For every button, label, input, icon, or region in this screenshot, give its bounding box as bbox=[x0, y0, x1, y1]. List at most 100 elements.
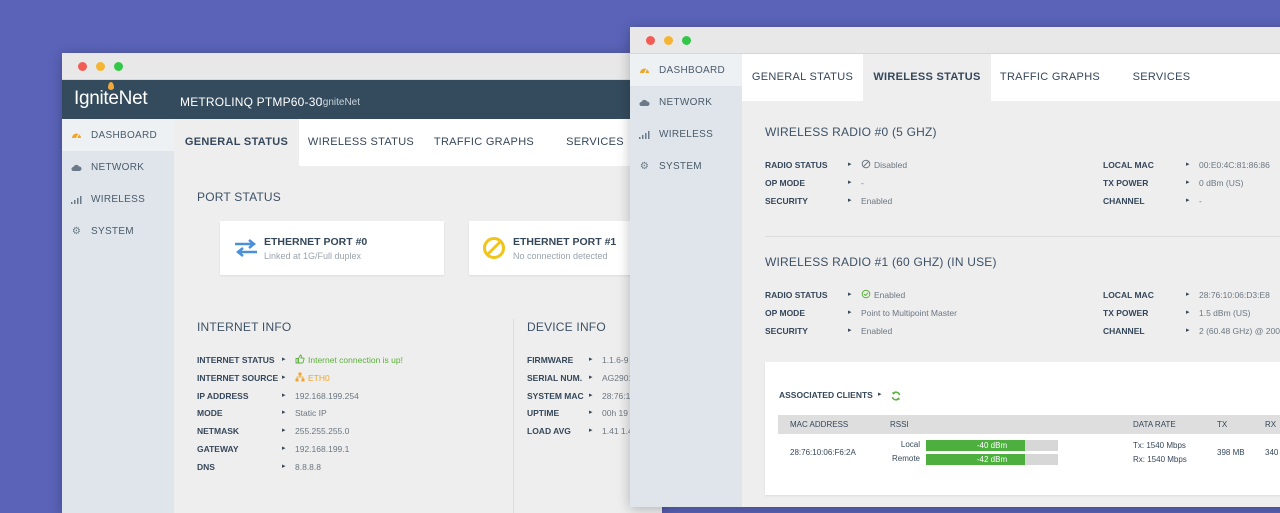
tab-general-status[interactable]: GENERAL STATUS bbox=[174, 119, 299, 166]
associated-clients-panel: ASSOCIATED CLIENTS ▸ MAC ADDRESS RSSI DA… bbox=[765, 362, 1280, 495]
info-key: DNS bbox=[197, 461, 215, 472]
info-value: AG2901 bbox=[602, 372, 634, 383]
info-key: INTERNET SOURCE bbox=[197, 372, 279, 383]
info-key: LOAD AVG bbox=[527, 426, 571, 437]
info-key: LOCAL MAC bbox=[1103, 160, 1154, 170]
info-key: RADIO STATUS bbox=[765, 290, 828, 300]
info-value: - bbox=[1199, 196, 1202, 206]
chevron-right-icon[interactable]: ▸ bbox=[589, 373, 593, 381]
tab-traffic-graphs[interactable]: TRAFFIC GRAPHS bbox=[423, 119, 545, 166]
window-titlebar bbox=[630, 27, 1280, 54]
port-status-text: Linked at 1G/Full duplex bbox=[264, 251, 362, 261]
radio-1-title: WIRELESS RADIO #1 (60 GHZ) (IN USE) bbox=[765, 255, 997, 269]
rssi-remote-bar: -42 dBm bbox=[926, 454, 1058, 465]
rssi-local-bar: -40 dBm bbox=[926, 440, 1058, 451]
chevron-right-icon[interactable]: ▸ bbox=[1186, 308, 1190, 316]
info-key: NETMASK bbox=[197, 426, 240, 437]
chevron-right-icon[interactable]: ▸ bbox=[848, 290, 852, 298]
device-model: METROLINQ PTMP60-30 bbox=[180, 95, 323, 109]
internet-info-title: INTERNET INFO bbox=[197, 320, 292, 334]
device-info-title: DEVICE INFO bbox=[527, 320, 606, 334]
chevron-right-icon[interactable]: ▸ bbox=[282, 408, 286, 416]
info-value: Enabled bbox=[874, 290, 906, 300]
info-value: 255.255.255.0 bbox=[295, 426, 350, 437]
chevron-right-icon[interactable]: ▸ bbox=[1186, 290, 1190, 298]
info-key: SECURITY bbox=[765, 196, 808, 206]
sidebar-item-system[interactable]: ⚙ SYSTEM bbox=[62, 215, 174, 247]
info-value: - bbox=[861, 178, 864, 188]
column-rssi[interactable]: RSSI bbox=[890, 420, 909, 429]
chevron-right-icon[interactable]: ▸ bbox=[848, 178, 852, 186]
chevron-right-icon[interactable]: ▸ bbox=[282, 426, 286, 434]
column-rx[interactable]: RX bbox=[1265, 420, 1276, 429]
maximize-window-button[interactable] bbox=[114, 62, 123, 71]
info-value: 1.1.6-9 bbox=[602, 355, 629, 365]
sidebar-item-network[interactable]: NETWORK bbox=[630, 86, 742, 118]
window-titlebar bbox=[62, 53, 662, 80]
disabled-icon bbox=[861, 159, 871, 171]
sidebar-item-wireless[interactable]: WIRELESS bbox=[62, 183, 174, 215]
refresh-icon[interactable] bbox=[891, 388, 901, 406]
chevron-right-icon[interactable]: ▸ bbox=[282, 391, 286, 399]
tab-services[interactable]: SERVICES bbox=[1109, 54, 1214, 101]
chevron-right-icon[interactable]: ▸ bbox=[589, 426, 593, 434]
info-value: 28:76:10:06:D3:E8 bbox=[1199, 290, 1270, 300]
front-browser-window: DASHBOARD NETWORK WIRELESS ⚙ SYSTEM GENE… bbox=[630, 27, 1280, 507]
chevron-right-icon[interactable]: ▸ bbox=[848, 160, 852, 168]
flame-icon bbox=[108, 82, 114, 90]
chevron-right-icon[interactable]: ▸ bbox=[848, 326, 852, 334]
chevron-right-icon[interactable]: ▸ bbox=[1186, 160, 1190, 168]
ethernet-port-0-card[interactable]: ETHERNET PORT #0 Linked at 1G/Full duple… bbox=[220, 221, 444, 275]
close-window-button[interactable] bbox=[646, 36, 655, 45]
tab-bar: GENERAL STATUS WIRELESS STATUS TRAFFIC G… bbox=[742, 54, 1280, 101]
sidebar-item-label: SYSTEM bbox=[91, 226, 134, 237]
tab-traffic-graphs[interactable]: TRAFFIC GRAPHS bbox=[991, 54, 1109, 101]
sidebar-item-label: WIRELESS bbox=[91, 194, 146, 205]
sidebar-item-dashboard[interactable]: DASHBOARD bbox=[630, 54, 742, 86]
sidebar-item-system[interactable]: ⚙ SYSTEM bbox=[630, 150, 742, 182]
column-data-rate[interactable]: DATA RATE bbox=[1133, 420, 1176, 429]
sidebar-item-network[interactable]: NETWORK bbox=[62, 151, 174, 183]
rx-bytes: 340 bbox=[1265, 448, 1279, 457]
info-value: Disabled bbox=[874, 160, 908, 170]
tab-wireless-status[interactable]: WIRELESS STATUS bbox=[299, 119, 423, 166]
check-circle-icon bbox=[861, 289, 871, 301]
tab-general-status[interactable]: GENERAL STATUS bbox=[742, 54, 863, 101]
tab-wireless-status[interactable]: WIRELESS STATUS bbox=[863, 54, 991, 101]
sitemap-icon bbox=[295, 372, 305, 384]
port-status-text: No connection detected bbox=[513, 251, 608, 261]
signal-bars-icon bbox=[71, 194, 82, 205]
info-key: FIRMWARE bbox=[527, 355, 574, 365]
minimize-window-button[interactable] bbox=[96, 62, 105, 71]
minimize-window-button[interactable] bbox=[664, 36, 673, 45]
chevron-right-icon[interactable]: ▸ bbox=[848, 196, 852, 204]
info-key: SERIAL NUM. bbox=[527, 372, 583, 383]
chevron-right-icon[interactable]: ▸ bbox=[282, 444, 286, 452]
column-tx[interactable]: TX bbox=[1217, 420, 1227, 429]
info-key: OP MODE bbox=[765, 308, 805, 318]
ignitenet-logo[interactable]: IgniteNet bbox=[74, 82, 148, 110]
info-key: IP ADDRESS bbox=[197, 390, 249, 401]
sidebar: DASHBOARD NETWORK WIRELESS ⚙ SYSTEM bbox=[630, 54, 742, 507]
chevron-right-icon[interactable]: ▸ bbox=[282, 462, 286, 470]
column-mac-address[interactable]: MAC ADDRESS bbox=[790, 420, 848, 429]
sidebar-item-wireless[interactable]: WIRELESS bbox=[630, 118, 742, 150]
sidebar-item-dashboard[interactable]: DASHBOARD bbox=[62, 119, 174, 151]
chevron-right-icon[interactable]: ▸ bbox=[1186, 178, 1190, 186]
chevron-right-icon[interactable]: ▸ bbox=[878, 390, 882, 398]
chevron-right-icon[interactable]: ▸ bbox=[589, 391, 593, 399]
no-connection-icon bbox=[482, 236, 506, 265]
close-window-button[interactable] bbox=[78, 62, 87, 71]
clients-table-header: MAC ADDRESS RSSI DATA RATE TX RX bbox=[778, 415, 1280, 434]
chevron-right-icon[interactable]: ▸ bbox=[589, 408, 593, 416]
chevron-right-icon[interactable]: ▸ bbox=[1186, 326, 1190, 334]
chevron-right-icon[interactable]: ▸ bbox=[282, 373, 286, 381]
associated-clients-title: ASSOCIATED CLIENTS bbox=[779, 390, 873, 400]
chevron-right-icon[interactable]: ▸ bbox=[848, 308, 852, 316]
chevron-right-icon[interactable]: ▸ bbox=[589, 355, 593, 363]
chevron-right-icon[interactable]: ▸ bbox=[1186, 196, 1190, 204]
info-key: LOCAL MAC bbox=[1103, 290, 1154, 300]
maximize-window-button[interactable] bbox=[682, 36, 691, 45]
info-value: 1.5 dBm (US) bbox=[1199, 308, 1251, 318]
chevron-right-icon[interactable]: ▸ bbox=[282, 355, 286, 363]
